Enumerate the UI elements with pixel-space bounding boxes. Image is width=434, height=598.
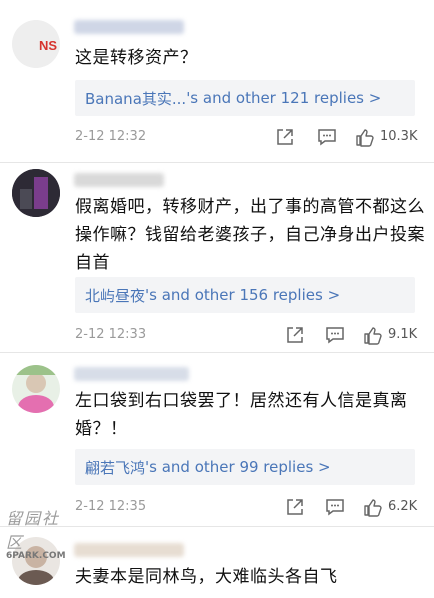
comment-item: 假离婚吧，转移财产，出了事的高管不都这么操作嘛？钱留给老婆孩子，自己净身出户投案… <box>0 163 434 348</box>
reply-count: other 156 replies > <box>194 286 341 304</box>
username[interactable] <box>74 173 164 187</box>
svg-text:NS: NS <box>39 38 57 53</box>
watermark-url: 6PARK.COM <box>6 551 66 561</box>
replies-link[interactable]: 翩若飞鸿's and other 99 replies > <box>75 449 415 485</box>
share-icon[interactable] <box>285 325 305 345</box>
like-count: 6.2K <box>388 499 418 514</box>
replies-link[interactable]: Banana其实...'s and other 121 replies > <box>75 80 415 116</box>
like-count: 10.3K <box>380 129 418 144</box>
username[interactable] <box>74 20 184 34</box>
share-icon[interactable] <box>285 497 305 517</box>
comment-text: 夫妻本是同林鸟，大难临头各自飞 <box>75 567 338 587</box>
avatar[interactable] <box>12 169 60 217</box>
comment-text: 左口袋到右口袋罢了！居然还有人信是真离婚？！ <box>75 391 408 439</box>
username[interactable] <box>74 367 189 381</box>
comment-meta: 2-12 12:33 9.1K <box>75 325 420 345</box>
comment-meta: 2-12 12:32 10.3K <box>75 127 420 147</box>
thumbs-up-icon[interactable] <box>355 127 375 147</box>
thumbs-up-icon[interactable] <box>363 497 383 517</box>
comment-icon[interactable] <box>317 127 337 147</box>
reply-suffix: 's and <box>186 89 236 107</box>
reply-suffix: 's and <box>145 458 195 476</box>
comment-meta: 2-12 12:35 6.2K <box>75 497 420 517</box>
comment-text: 这是转移资产？ <box>75 48 198 68</box>
watermark-title: 留园社区 <box>6 509 61 552</box>
replies-link[interactable]: 北屿昼夜's and other 156 replies > <box>75 277 415 313</box>
comment-icon[interactable] <box>325 325 345 345</box>
reply-author: Banana其实... <box>85 89 187 108</box>
avatar[interactable]: NS <box>12 20 60 68</box>
timestamp: 2-12 12:33 <box>75 327 147 342</box>
reply-count: other 121 replies > <box>235 89 382 107</box>
timestamp: 2-12 12:35 <box>75 499 147 514</box>
reply-author: 北屿昼夜 <box>85 286 146 305</box>
comment-item: 左口袋到右口袋罢了！居然还有人信是真离婚？！ 翩若飞鸿's and other … <box>0 353 434 523</box>
watermark-logo: 留园社区 6PARK.COM <box>6 505 72 561</box>
reply-suffix: 's and <box>145 286 195 304</box>
like-count: 9.1K <box>388 327 418 342</box>
share-icon[interactable] <box>275 127 295 147</box>
username[interactable] <box>74 543 184 557</box>
comment-text: 假离婚吧，转移财产，出了事的高管不都这么操作嘛？钱留给老婆孩子，自己净身出户投案… <box>75 197 425 273</box>
avatar[interactable] <box>12 365 60 413</box>
comment-item: NS 这是转移资产？ Banana其实...'s and other 121 r… <box>0 0 434 160</box>
reply-count: other 99 replies > <box>194 458 331 476</box>
thumbs-up-icon[interactable] <box>363 325 383 345</box>
comment-icon[interactable] <box>325 497 345 517</box>
timestamp: 2-12 12:32 <box>75 129 147 144</box>
reply-author: 翩若飞鸿 <box>85 458 146 477</box>
